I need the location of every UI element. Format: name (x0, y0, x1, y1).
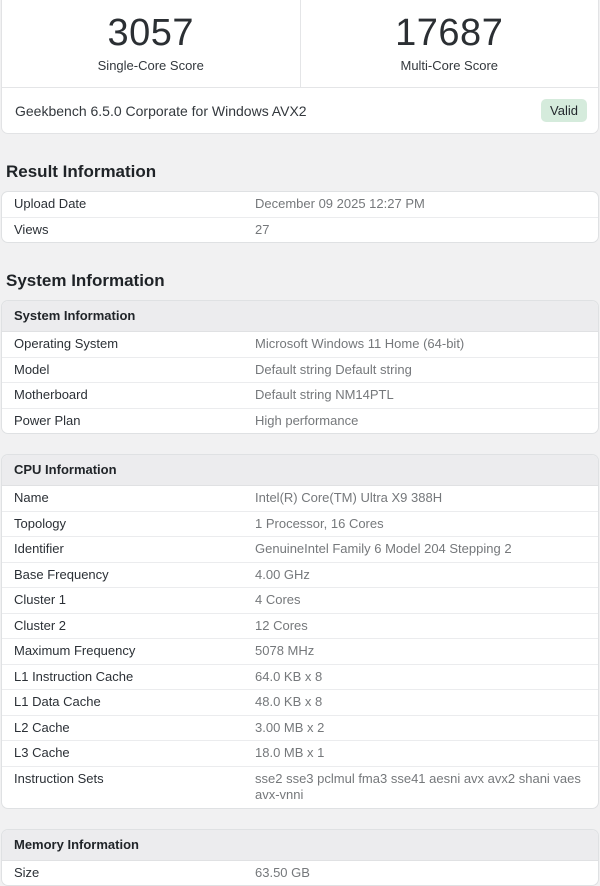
row-label: Upload Date (2, 192, 255, 217)
score-row: 3057 Single-Core Score 17687 Multi-Core … (2, 0, 598, 88)
row-value: 27 (255, 218, 598, 243)
table-row: L1 Data Cache48.0 KB x 8 (2, 689, 598, 715)
row-value: 1 Processor, 16 Cores (255, 512, 598, 537)
row-value: sse2 sse3 pclmul fma3 sse41 aesni avx av… (255, 767, 598, 808)
table-row: Cluster 14 Cores (2, 587, 598, 613)
multi-core-score-value: 17687 (301, 13, 599, 54)
row-value: Default string NM14PTL (255, 383, 598, 408)
row-value: 12 Cores (255, 614, 598, 639)
row-label: L1 Data Cache (2, 690, 255, 715)
multi-core-score-cell: 17687 Multi-Core Score (301, 0, 599, 87)
geekbench-result-page: 3057 Single-Core Score 17687 Multi-Core … (0, 0, 600, 886)
table-row: Maximum Frequency5078 MHz (2, 638, 598, 664)
row-label: Identifier (2, 537, 255, 562)
table-row: NameIntel(R) Core(TM) Ultra X9 388H (2, 486, 598, 511)
system-information-heading: System Information (6, 271, 600, 291)
benchmark-version-row: Geekbench 6.5.0 Corporate for Windows AV… (2, 88, 598, 133)
cpu-information-card: CPU InformationNameIntel(R) Core(TM) Ult… (1, 454, 599, 809)
row-label: Cluster 2 (2, 614, 255, 639)
row-label: L1 Instruction Cache (2, 665, 255, 690)
table-row: Instruction Setssse2 sse3 pclmul fma3 ss… (2, 766, 598, 808)
table-section-header: System Information (2, 301, 598, 332)
row-label: Topology (2, 512, 255, 537)
row-value: Default string Default string (255, 358, 598, 383)
row-value: Intel(R) Core(TM) Ultra X9 388H (255, 486, 598, 511)
result-information-heading: Result Information (6, 162, 600, 182)
single-core-score-value: 3057 (2, 13, 300, 54)
row-label: Motherboard (2, 383, 255, 408)
table-row: L1 Instruction Cache64.0 KB x 8 (2, 664, 598, 690)
row-value: 48.0 KB x 8 (255, 690, 598, 715)
table-row: L3 Cache18.0 MB x 1 (2, 740, 598, 766)
row-value: High performance (255, 409, 598, 434)
table-section-header: CPU Information (2, 455, 598, 486)
row-label: Size (2, 861, 255, 886)
row-value: GenuineIntel Family 6 Model 204 Stepping… (255, 537, 598, 562)
multi-core-score-label: Multi-Core Score (301, 58, 599, 74)
single-core-score-label: Single-Core Score (2, 58, 300, 74)
row-value: 4 Cores (255, 588, 598, 613)
memory-information-card: Memory InformationSize63.50 GB (1, 829, 599, 886)
row-label: Model (2, 358, 255, 383)
table-row: Upload DateDecember 09 2025 12:27 PM (2, 192, 598, 217)
row-label: Power Plan (2, 409, 255, 434)
system-information-card: System InformationOperating SystemMicros… (1, 300, 599, 434)
row-label: Cluster 1 (2, 588, 255, 613)
row-value: 18.0 MB x 1 (255, 741, 598, 766)
table-row: MotherboardDefault string NM14PTL (2, 382, 598, 408)
score-summary-card: 3057 Single-Core Score 17687 Multi-Core … (1, 0, 599, 134)
row-label: Maximum Frequency (2, 639, 255, 664)
table-row: IdentifierGenuineIntel Family 6 Model 20… (2, 536, 598, 562)
row-label: Base Frequency (2, 563, 255, 588)
status-badge: Valid (541, 99, 587, 122)
benchmark-version-text: Geekbench 6.5.0 Corporate for Windows AV… (15, 103, 307, 119)
table-row: ModelDefault string Default string (2, 357, 598, 383)
table-row: Base Frequency4.00 GHz (2, 562, 598, 588)
table-row: Operating SystemMicrosoft Windows 11 Hom… (2, 332, 598, 357)
row-label: L3 Cache (2, 741, 255, 766)
row-value: 4.00 GHz (255, 563, 598, 588)
row-label: Name (2, 486, 255, 511)
row-label: Operating System (2, 332, 255, 357)
row-value: 63.50 GB (255, 861, 598, 886)
result-information-card: Upload DateDecember 09 2025 12:27 PMView… (1, 191, 599, 243)
row-value: 64.0 KB x 8 (255, 665, 598, 690)
table-section-header: Memory Information (2, 830, 598, 861)
row-label: L2 Cache (2, 716, 255, 741)
row-value: Microsoft Windows 11 Home (64-bit) (255, 332, 598, 357)
table-row: Cluster 212 Cores (2, 613, 598, 639)
single-core-score-cell: 3057 Single-Core Score (2, 0, 301, 87)
table-row: Topology1 Processor, 16 Cores (2, 511, 598, 537)
table-row: Size63.50 GB (2, 861, 598, 886)
row-value: December 09 2025 12:27 PM (255, 192, 598, 217)
table-row: Power PlanHigh performance (2, 408, 598, 434)
table-row: Views27 (2, 217, 598, 243)
row-label: Instruction Sets (2, 767, 255, 792)
row-value: 3.00 MB x 2 (255, 716, 598, 741)
row-value: 5078 MHz (255, 639, 598, 664)
row-label: Views (2, 218, 255, 243)
table-row: L2 Cache3.00 MB x 2 (2, 715, 598, 741)
